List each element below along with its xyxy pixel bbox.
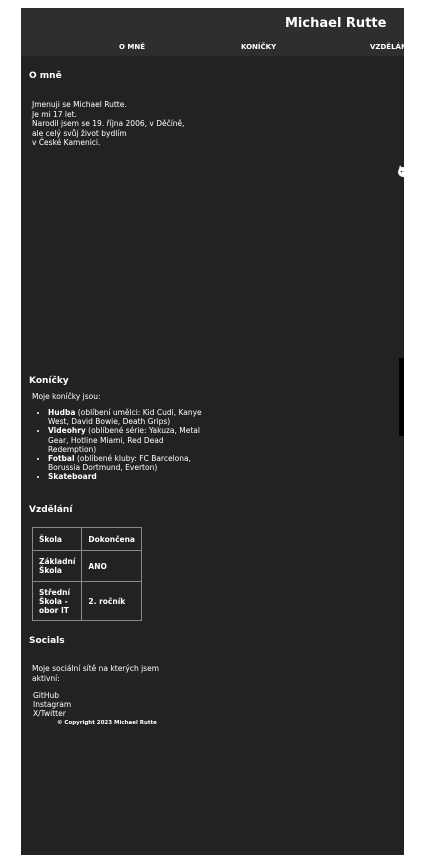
cat-icon (398, 165, 404, 177)
hobby-name: Hudba (48, 408, 76, 417)
nav-item-vzdelani[interactable]: VZDĚLÁNÍ (370, 43, 404, 51)
education-heading: Vzdělání (29, 505, 73, 515)
table-cell: Základní Škola (31, 550, 83, 582)
about-line: v České Kamenici. (32, 138, 101, 147)
list-item: Videohry (oblíbené série: Yakuza, Metal … (48, 426, 208, 454)
table-header-cell: Škola (31, 527, 83, 551)
table-header-cell: Dokončena (81, 527, 142, 551)
table-row: Základní Škola ANO (31, 550, 142, 582)
hobby-list: Hudba (oblíbení umělci: Kid Cudi, Kanye … (36, 408, 208, 482)
copyright: © Copyright 2023 Michael Rutte (57, 720, 157, 726)
about-line: Je mi 17 let. (32, 109, 77, 119)
page: Michael Rutte O MNĚ KONÍČKY VZDĚLÁNÍ O m… (21, 8, 404, 855)
list-item: Fotbal (oblíbené kluby: FC Barcelona, Bo… (48, 454, 208, 472)
nav-item-o-mne[interactable]: O MNĚ (119, 43, 145, 51)
site-title: Michael Rutte (285, 16, 387, 31)
table-cell: 2. ročník (81, 581, 142, 621)
instagram-link[interactable]: Instagram (33, 700, 71, 709)
scroll-marker (399, 358, 404, 436)
hobby-name: Skateboard (48, 472, 97, 482)
github-link[interactable]: GitHub (33, 691, 71, 700)
education-table: Škola Dokončena Základní Škola ANO Střed… (31, 527, 142, 621)
list-item: Hudba (oblíbení umělci: Kid Cudi, Kanye … (48, 408, 208, 426)
table-cell: ANO (81, 550, 142, 582)
about-line: Narodil jsem se 19. října 2006, v Děčíně… (32, 119, 185, 128)
table-header-row: Škola Dokončena (31, 527, 142, 551)
hobby-name: Fotbal (48, 454, 75, 464)
twitter-link[interactable]: X/Twitter (33, 709, 71, 718)
social-links: GitHub Instagram X/Twitter (33, 691, 71, 719)
socials-intro-line: aktivní: (32, 673, 60, 683)
about-line: ale celý svůj život bydlím (32, 128, 127, 138)
table-cell: Střední Škola - obor IT (31, 581, 83, 621)
hobby-name: Videohry (48, 426, 86, 436)
nav-item-konicky[interactable]: KONÍČKY (241, 43, 276, 51)
socials-heading: Socials (29, 636, 65, 646)
header: Michael Rutte O MNĚ KONÍČKY VZDĚLÁNÍ (21, 8, 404, 56)
about-heading: O mně (29, 71, 62, 81)
list-item: Skateboard (48, 472, 208, 481)
hobbies-heading: Koníčky (29, 376, 69, 386)
about-text: Jmenuji se Michael Rutte. Je mi 17 let. … (32, 100, 185, 148)
socials-intro: Moje sociální sítě na kterých jsem aktiv… (32, 664, 159, 683)
about-line: Jmenuji se Michael Rutte. (32, 100, 127, 109)
table-row: Střední Škola - obor IT 2. ročník (31, 581, 142, 621)
socials-intro-line: Moje sociální sítě na kterých jsem (32, 664, 160, 673)
hobbies-intro: Moje koníčky jsou: (32, 392, 101, 401)
